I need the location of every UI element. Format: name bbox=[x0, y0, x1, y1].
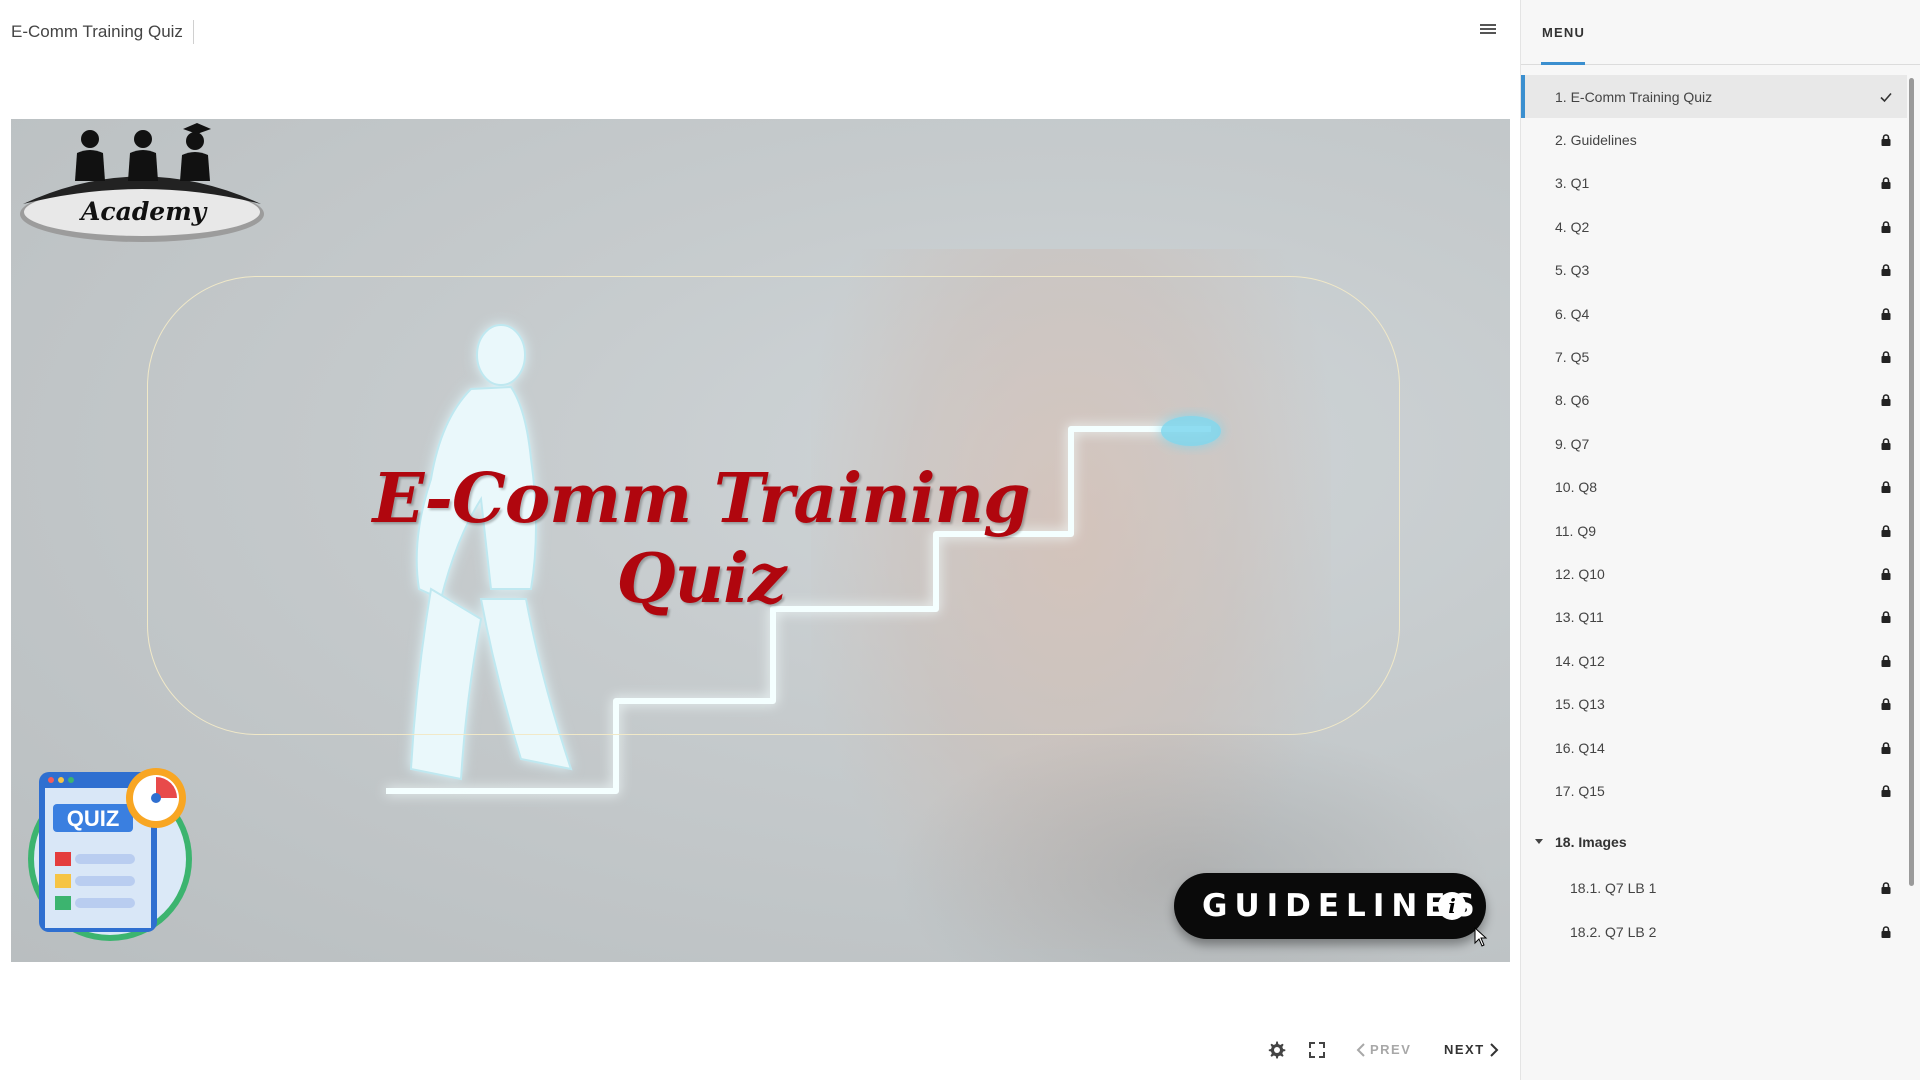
prev-button[interactable]: PREV bbox=[1356, 1040, 1411, 1060]
next-button[interactable]: NEXT bbox=[1444, 1040, 1499, 1060]
menu-item[interactable]: 13. Q11 bbox=[1521, 596, 1907, 639]
menu-item[interactable]: 10. Q8 bbox=[1521, 466, 1907, 509]
lock-icon bbox=[1879, 393, 1893, 407]
playback-controls: PREV NEXT bbox=[0, 1020, 1520, 1080]
slide-canvas: Academy E-Comm Training Quiz QUIZ GUIDEL… bbox=[11, 119, 1510, 962]
menu-group-label: 18. Images bbox=[1555, 833, 1627, 850]
hamburger-icon[interactable] bbox=[1478, 22, 1498, 42]
lock-icon bbox=[1879, 133, 1893, 147]
menu-item[interactable]: 18.1. Q7 LB 1 bbox=[1521, 867, 1907, 910]
lock-icon bbox=[1879, 567, 1893, 581]
chevron-right-icon bbox=[1489, 1043, 1499, 1057]
menu-item[interactable]: 14. Q12 bbox=[1521, 639, 1907, 682]
lock-icon bbox=[1879, 741, 1893, 755]
lock-icon bbox=[1879, 307, 1893, 321]
quiz-badge-icon: QUIZ bbox=[28, 768, 192, 941]
menu-item[interactable]: 8. Q6 bbox=[1521, 379, 1907, 422]
menu-item[interactable]: 2. Guidelines bbox=[1521, 118, 1907, 161]
next-label: NEXT bbox=[1444, 1042, 1485, 1057]
quiz-badge-text: QUIZ bbox=[67, 806, 120, 831]
menu-item[interactable]: 6. Q4 bbox=[1521, 292, 1907, 335]
player-area: E-Comm Training Quiz Academy E-Comm Trai… bbox=[0, 0, 1520, 1080]
menu-item[interactable]: 9. Q7 bbox=[1521, 422, 1907, 465]
lock-icon bbox=[1879, 697, 1893, 711]
menu-item-label: 2. Guidelines bbox=[1555, 132, 1637, 149]
menu-tab-underline bbox=[1541, 62, 1585, 65]
menu-item[interactable]: 18.2. Q7 LB 2 bbox=[1521, 910, 1907, 953]
menu-title[interactable]: MENU bbox=[1542, 25, 1585, 40]
menu-header: MENU bbox=[1521, 0, 1920, 65]
menu-item-label: 18.1. Q7 LB 1 bbox=[1570, 880, 1657, 897]
menu-item[interactable]: 12. Q10 bbox=[1521, 552, 1907, 595]
menu-item-label: 9. Q7 bbox=[1555, 435, 1590, 452]
menu-item[interactable]: 17. Q15 bbox=[1521, 769, 1907, 812]
menu-item-label: 8. Q6 bbox=[1555, 392, 1590, 409]
menu-item-label: 12. Q10 bbox=[1555, 565, 1605, 582]
menu-item[interactable]: 1. E-Comm Training Quiz bbox=[1521, 75, 1907, 119]
lock-icon bbox=[1879, 881, 1893, 895]
menu-item-label: 11. Q9 bbox=[1555, 522, 1596, 539]
prev-label: PREV bbox=[1370, 1042, 1412, 1057]
menu-item-label: 13. Q11 bbox=[1555, 609, 1604, 626]
menu-group-images[interactable]: 18. Images bbox=[1521, 817, 1907, 867]
lock-icon bbox=[1879, 524, 1893, 538]
academy-logo bbox=[20, 123, 264, 242]
menu-item[interactable]: 5. Q3 bbox=[1521, 249, 1907, 292]
menu-item-label: 16. Q14 bbox=[1555, 739, 1605, 756]
sidebar-scrollbar[interactable] bbox=[1909, 78, 1914, 886]
lock-icon bbox=[1879, 610, 1893, 624]
caret-down-icon bbox=[1535, 839, 1543, 845]
menu-item-label: 15. Q13 bbox=[1555, 696, 1605, 713]
menu-item-label: 17. Q15 bbox=[1555, 782, 1605, 799]
check-icon bbox=[1879, 90, 1893, 104]
chevron-left-icon bbox=[1356, 1043, 1365, 1057]
info-icon: i bbox=[1438, 892, 1466, 920]
menu-list: 1. E-Comm Training Quiz 2. Guidelines 3. Q… bbox=[1521, 75, 1907, 953]
slide-title: E-Comm Training Quiz bbox=[372, 459, 1031, 619]
lock-icon bbox=[1879, 350, 1893, 364]
course-title: E-Comm Training Quiz bbox=[11, 20, 194, 44]
menu-item[interactable]: 11. Q9 bbox=[1521, 509, 1907, 552]
menu-item[interactable]: 4. Q2 bbox=[1521, 205, 1907, 248]
academy-logo-text: Academy bbox=[81, 197, 207, 226]
lock-icon bbox=[1879, 784, 1893, 798]
lock-icon bbox=[1879, 176, 1893, 190]
menu-item-label: 18.2. Q7 LB 2 bbox=[1570, 923, 1657, 940]
menu-item-label: 1. E-Comm Training Quiz bbox=[1555, 88, 1713, 105]
lock-icon bbox=[1879, 220, 1893, 234]
menu-item[interactable]: 3. Q1 bbox=[1521, 162, 1907, 205]
menu-item[interactable]: 7. Q5 bbox=[1521, 335, 1907, 378]
lock-icon bbox=[1879, 480, 1893, 494]
menu-item-label: 4. Q2 bbox=[1555, 218, 1590, 235]
menu-item-label: 14. Q12 bbox=[1555, 652, 1605, 669]
guidelines-button[interactable]: GUIDELINES i bbox=[1174, 873, 1486, 939]
mouse-cursor-icon bbox=[1474, 927, 1488, 947]
top-bar: E-Comm Training Quiz bbox=[0, 0, 1520, 62]
menu-item-label: 3. Q1 bbox=[1555, 175, 1590, 192]
menu-item-label: 10. Q8 bbox=[1555, 479, 1598, 496]
menu-item[interactable]: 16. Q14 bbox=[1521, 726, 1907, 769]
menu-item-label: 6. Q4 bbox=[1555, 305, 1590, 322]
lock-icon bbox=[1879, 437, 1893, 451]
menu-item-label: 7. Q5 bbox=[1555, 349, 1590, 366]
lock-icon bbox=[1879, 263, 1893, 277]
menu-item[interactable]: 15. Q13 bbox=[1521, 682, 1907, 725]
lock-icon bbox=[1879, 925, 1893, 939]
gear-icon[interactable] bbox=[1267, 1040, 1287, 1060]
menu-item-label: 5. Q3 bbox=[1555, 262, 1590, 279]
menu-sidebar: MENU 1. E-Comm Training Quiz 2. Guideline… bbox=[1520, 0, 1920, 1080]
lock-icon bbox=[1879, 654, 1893, 668]
fullscreen-icon[interactable] bbox=[1307, 1040, 1327, 1060]
